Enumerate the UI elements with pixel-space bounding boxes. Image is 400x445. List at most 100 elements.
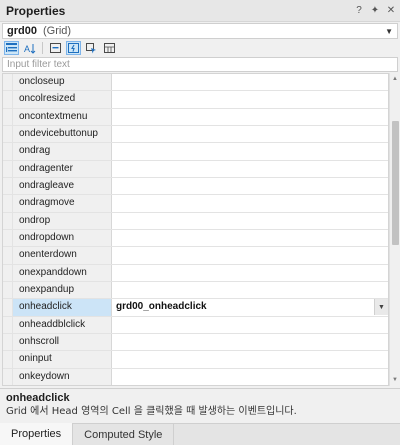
row-gutter	[3, 247, 12, 264]
property-name[interactable]: onexpanddown	[12, 264, 112, 281]
scroll-up-icon[interactable]: ▲	[390, 74, 400, 84]
properties-panel: Properties ? ✦ ✕ grd00 (Grid) ▼ A Input …	[0, 0, 400, 445]
property-row[interactable]: ondrop	[3, 212, 388, 230]
property-value[interactable]	[112, 264, 388, 281]
property-row[interactable]: onkeydown	[3, 368, 388, 385]
property-row[interactable]: onenterdown	[3, 247, 388, 265]
properties-view-button[interactable]	[48, 41, 63, 55]
properties-list-icon	[50, 43, 61, 53]
property-name[interactable]: ondrag	[12, 143, 112, 160]
tab-computed-style[interactable]: Computed Style	[73, 424, 175, 445]
property-value[interactable]	[112, 160, 388, 177]
description-pane: onheadclick Grid 에서 Head 영역의 Cell 을 클릭했을…	[0, 388, 400, 420]
property-value[interactable]	[112, 125, 388, 143]
row-gutter	[3, 125, 12, 143]
panel-title-bar: Properties ? ✦ ✕	[0, 0, 400, 22]
property-name[interactable]: onheadclick	[12, 299, 112, 316]
object-selector[interactable]: grd00 (Grid) ▼	[2, 23, 398, 39]
property-name[interactable]: oncloseup	[12, 74, 112, 91]
row-gutter	[3, 74, 12, 91]
description-text: Grid 에서 Head 영역의 Cell 을 클릭했을 때 발생하는 이벤트입…	[6, 406, 297, 417]
row-gutter	[3, 108, 12, 125]
property-grid: oncloseup oncolresized oncontextmenu ondevi…	[2, 73, 389, 386]
events-view-button[interactable]	[66, 41, 81, 55]
description-title: onheadclick	[6, 392, 70, 404]
property-value[interactable]	[112, 316, 388, 333]
scroll-down-icon[interactable]: ▼	[390, 375, 400, 385]
property-value[interactable]	[112, 143, 388, 160]
row-gutter	[3, 212, 12, 229]
tab-properties[interactable]: Properties	[0, 423, 74, 445]
pin-icon[interactable]: ✦	[370, 5, 380, 16]
scrollbar-thumb[interactable]	[392, 121, 399, 245]
object-type: (Grid)	[42, 25, 72, 37]
bottom-tab-bar: Properties Computed Style	[0, 423, 400, 445]
property-row[interactable]: oncontextmenu	[3, 108, 388, 126]
property-value[interactable]	[112, 177, 388, 195]
row-gutter	[3, 229, 12, 247]
property-name[interactable]: oncolresized	[12, 91, 112, 108]
property-row[interactable]: onheaddblclick	[3, 316, 388, 334]
value-dropdown-icon[interactable]: ▼	[374, 299, 388, 316]
property-row[interactable]: ondragenter	[3, 160, 388, 178]
property-name[interactable]: onkeydown	[12, 368, 112, 385]
layout-view-button[interactable]	[102, 41, 117, 55]
row-gutter	[3, 368, 12, 385]
property-row[interactable]: ondragleave	[3, 177, 388, 196]
property-value[interactable]	[112, 333, 388, 351]
property-value[interactable]: grd00_onheadclick	[112, 299, 388, 316]
filter-input[interactable]	[2, 57, 398, 72]
panel-controls: ? ✦ ✕	[354, 5, 396, 16]
property-name[interactable]: ondragmove	[12, 195, 112, 212]
property-name[interactable]: onhscroll	[12, 333, 112, 351]
close-icon[interactable]: ✕	[386, 5, 396, 16]
alphabetical-view-button[interactable]: A	[22, 41, 37, 55]
property-name[interactable]: onheaddblclick	[12, 316, 112, 333]
property-row[interactable]: ondrag	[3, 143, 388, 161]
property-value[interactable]	[112, 212, 388, 229]
property-value[interactable]	[112, 229, 388, 247]
property-value[interactable]	[112, 281, 388, 299]
property-name[interactable]: ondrop	[12, 212, 112, 229]
row-gutter	[3, 91, 12, 108]
row-gutter	[3, 281, 12, 299]
property-row[interactable]: oncolresized	[3, 91, 388, 109]
property-value[interactable]	[112, 351, 388, 368]
property-row[interactable]: onheadclick grd00_onheadclick ▼	[3, 299, 388, 317]
categorized-view-button[interactable]	[4, 41, 19, 55]
property-value[interactable]	[112, 108, 388, 125]
property-row[interactable]: ondevicebuttonup	[3, 125, 388, 144]
vertical-scrollbar[interactable]: ▲ ▼	[389, 73, 400, 386]
sort-az-icon: A	[24, 43, 35, 54]
row-gutter	[3, 143, 12, 160]
property-row[interactable]: oncloseup	[3, 74, 388, 92]
property-name[interactable]: ondropdown	[12, 229, 112, 247]
panel-title: Properties	[6, 3, 66, 18]
row-gutter	[3, 177, 12, 195]
property-name[interactable]: ondragenter	[12, 160, 112, 177]
property-name[interactable]: ondevicebuttonup	[12, 125, 112, 143]
property-value[interactable]	[112, 91, 388, 108]
property-name[interactable]: onenterdown	[12, 247, 112, 264]
chevron-down-icon[interactable]: ▼	[385, 27, 393, 36]
property-name[interactable]: oninput	[12, 351, 112, 368]
style-view-button[interactable]	[84, 41, 99, 55]
categorized-icon	[6, 43, 17, 52]
property-value[interactable]	[112, 368, 388, 385]
row-gutter	[3, 316, 12, 333]
property-row[interactable]: ondragmove	[3, 195, 388, 213]
property-row[interactable]: oninput	[3, 351, 388, 369]
svg-text:A: A	[24, 44, 30, 54]
property-name[interactable]: ondragleave	[12, 177, 112, 195]
property-value[interactable]	[112, 247, 388, 264]
property-row[interactable]: onhscroll	[3, 333, 388, 352]
property-value[interactable]	[112, 74, 388, 91]
property-value[interactable]	[112, 195, 388, 212]
layout-grid-icon	[104, 43, 115, 53]
property-row[interactable]: onexpanddown	[3, 264, 388, 282]
property-name[interactable]: oncontextmenu	[12, 108, 112, 125]
property-name[interactable]: onexpandup	[12, 281, 112, 299]
property-row[interactable]: ondropdown	[3, 229, 388, 248]
property-row[interactable]: onexpandup	[3, 281, 388, 300]
help-icon[interactable]: ?	[354, 5, 364, 16]
